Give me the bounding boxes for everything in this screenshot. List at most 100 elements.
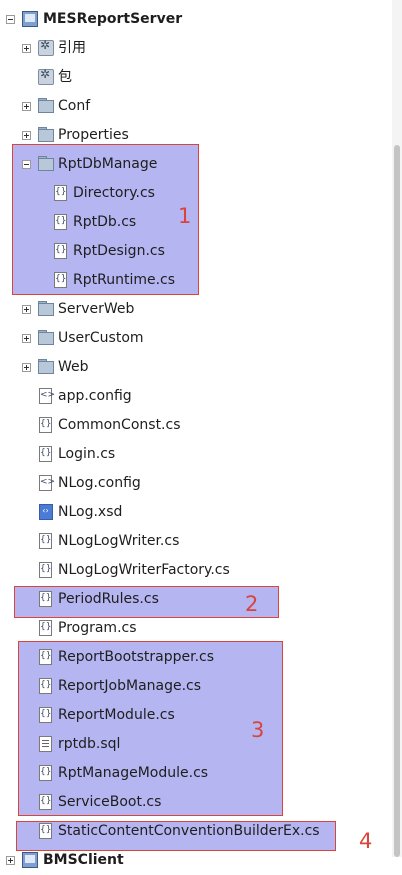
vertical-scrollbar[interactable]: [392, 0, 402, 857]
file-label: app.config: [58, 388, 132, 404]
tree-node-rptdbmanage[interactable]: RptDbManage: [0, 150, 392, 179]
file-label: PeriodRules.cs: [58, 591, 159, 607]
cs-file-icon: {}: [39, 620, 52, 636]
tree-node-usercustom[interactable]: UserCustom: [0, 324, 392, 353]
config-file-icon: <>: [39, 388, 55, 404]
file-label: ServiceBoot.cs: [58, 794, 162, 810]
tree-node-nlog-config[interactable]: <> NLog.config: [0, 469, 392, 498]
file-label: ReportModule.cs: [58, 707, 175, 723]
tree-node-project[interactable]: MESReportServer: [0, 5, 392, 34]
tree-node-rptdb-sql[interactable]: rptdb.sql: [0, 730, 392, 759]
tree-node-nloglogwriter-cs[interactable]: {} NLogLogWriter.cs: [0, 527, 392, 556]
cs-file-icon: {}: [39, 591, 52, 607]
tree-node-app-config[interactable]: <> app.config: [0, 382, 392, 411]
tree-node-rptmanagemodule-cs[interactable]: {} RptManageModule.cs: [0, 759, 392, 788]
tree-node-reportjobmanage-cs[interactable]: {} ReportJobManage.cs: [0, 672, 392, 701]
packages-label: 包: [58, 69, 72, 85]
tree-node-rptdesign-cs[interactable]: {} RptDesign.cs: [0, 237, 392, 266]
tree-node-nlog-xsd[interactable]: ‹› NLog.xsd: [0, 498, 392, 527]
file-label: NLogLogWriterFactory.cs: [58, 562, 230, 578]
expand-toggle-icon[interactable]: [22, 44, 31, 53]
file-label: StaticContentConventionBuilderEx.cs: [58, 823, 320, 839]
folder-icon: [38, 330, 54, 345]
csharp-project-icon: [22, 852, 38, 868]
scrollbar-thumb[interactable]: [394, 145, 400, 857]
cs-file-icon: {}: [39, 562, 52, 578]
folder-label: UserCustom: [58, 330, 144, 346]
file-label: NLog.config: [58, 475, 141, 491]
collapse-toggle-icon[interactable]: [22, 160, 31, 169]
folder-label: ServerWeb: [58, 301, 135, 317]
tree-node-serviceboot-cs[interactable]: {} ServiceBoot.cs: [0, 788, 392, 817]
tree-node-reportmodule-cs[interactable]: {} ReportModule.cs: [0, 701, 392, 730]
expand-toggle-icon[interactable]: [22, 305, 31, 314]
tree-node-periodrules-cs[interactable]: {} PeriodRules.cs: [0, 585, 392, 614]
tree-node-commonconst-cs[interactable]: {} CommonConst.cs: [0, 411, 392, 440]
file-label: RptRuntime.cs: [73, 272, 176, 288]
tree-node-nloglogwriterfactory-cs[interactable]: {} NLogLogWriterFactory.cs: [0, 556, 392, 585]
cs-file-icon: {}: [39, 649, 52, 665]
file-label: Directory.cs: [73, 185, 155, 201]
expand-toggle-icon[interactable]: [22, 102, 31, 111]
tree-node-login-cs[interactable]: {} Login.cs: [0, 440, 392, 469]
folder-label: Conf: [58, 98, 91, 114]
tree-node-directory-cs[interactable]: {} Directory.cs: [0, 179, 392, 208]
file-label: Login.cs: [58, 446, 116, 462]
file-label: RptManageModule.cs: [58, 765, 209, 781]
tree-node-references[interactable]: 引用: [0, 34, 392, 63]
config-file-icon: <>: [39, 475, 55, 491]
cs-file-icon: {}: [39, 417, 52, 433]
expand-toggle-icon[interactable]: [22, 363, 31, 372]
solution-explorer-tree: MESReportServer 引用 包 Conf Properties 1 R…: [0, 0, 392, 868]
tree-node-program-cs[interactable]: {} Program.cs: [0, 614, 392, 643]
folder-label: RptDbManage: [58, 156, 158, 172]
file-label: CommonConst.cs: [58, 417, 181, 433]
file-label: rptdb.sql: [58, 736, 121, 752]
expand-toggle-icon[interactable]: [22, 131, 31, 140]
cs-file-icon: {}: [39, 446, 52, 462]
project-label: MESReportServer: [43, 11, 183, 27]
file-label: RptDb.cs: [73, 214, 137, 230]
xsd-file-icon: ‹›: [39, 504, 53, 520]
file-label: NLog.xsd: [58, 504, 123, 520]
tree-node-serverweb[interactable]: ServerWeb: [0, 295, 392, 324]
file-label: ReportBootstrapper.cs: [58, 649, 215, 665]
folder-icon: [38, 156, 54, 171]
expand-toggle-icon[interactable]: [6, 856, 15, 865]
cs-file-icon: {}: [54, 185, 67, 201]
folder-label: Properties: [58, 127, 129, 143]
sql-file-icon: [39, 736, 52, 752]
cs-file-icon: {}: [54, 272, 67, 288]
tree-node-rptruntime-cs[interactable]: {} RptRuntime.cs: [0, 266, 392, 295]
tree-node-reportbootstrapper-cs[interactable]: {} ReportBootstrapper.cs: [0, 643, 392, 672]
cs-file-icon: {}: [39, 707, 52, 723]
tree-node-web[interactable]: Web: [0, 353, 392, 382]
csharp-project-icon: [22, 11, 38, 27]
folder-label: Web: [58, 359, 89, 375]
tree-node-packages[interactable]: 包: [0, 63, 392, 92]
project-label: BMSClient: [43, 852, 124, 868]
folder-icon: [38, 359, 54, 374]
file-label: Program.cs: [58, 620, 137, 636]
references-label: 引用: [58, 40, 86, 56]
tree-node-next-project[interactable]: BMSClient: [0, 846, 392, 875]
collapse-toggle-icon[interactable]: [6, 15, 15, 24]
cs-file-icon: {}: [54, 243, 67, 259]
packages-icon: [38, 67, 54, 85]
tree-node-conf[interactable]: Conf: [0, 92, 392, 121]
cs-file-icon: {}: [39, 678, 52, 694]
cs-file-icon: {}: [54, 214, 67, 230]
expand-toggle-icon[interactable]: [22, 334, 31, 343]
file-label: NLogLogWriter.cs: [58, 533, 180, 549]
file-label: RptDesign.cs: [73, 243, 165, 259]
cs-file-icon: {}: [39, 823, 52, 839]
folder-icon: [38, 98, 54, 113]
references-icon: [38, 38, 54, 56]
tree-node-staticcontentconventionbuilderex-cs[interactable]: {} StaticContentConventionBuilderEx.cs: [0, 817, 392, 846]
cs-file-icon: {}: [39, 794, 52, 810]
tree-node-rptdb-cs[interactable]: {} RptDb.cs: [0, 208, 392, 237]
file-label: ReportJobManage.cs: [58, 678, 202, 694]
folder-icon: [38, 301, 54, 316]
cs-file-icon: {}: [39, 765, 52, 781]
cs-file-icon: {}: [39, 533, 52, 549]
